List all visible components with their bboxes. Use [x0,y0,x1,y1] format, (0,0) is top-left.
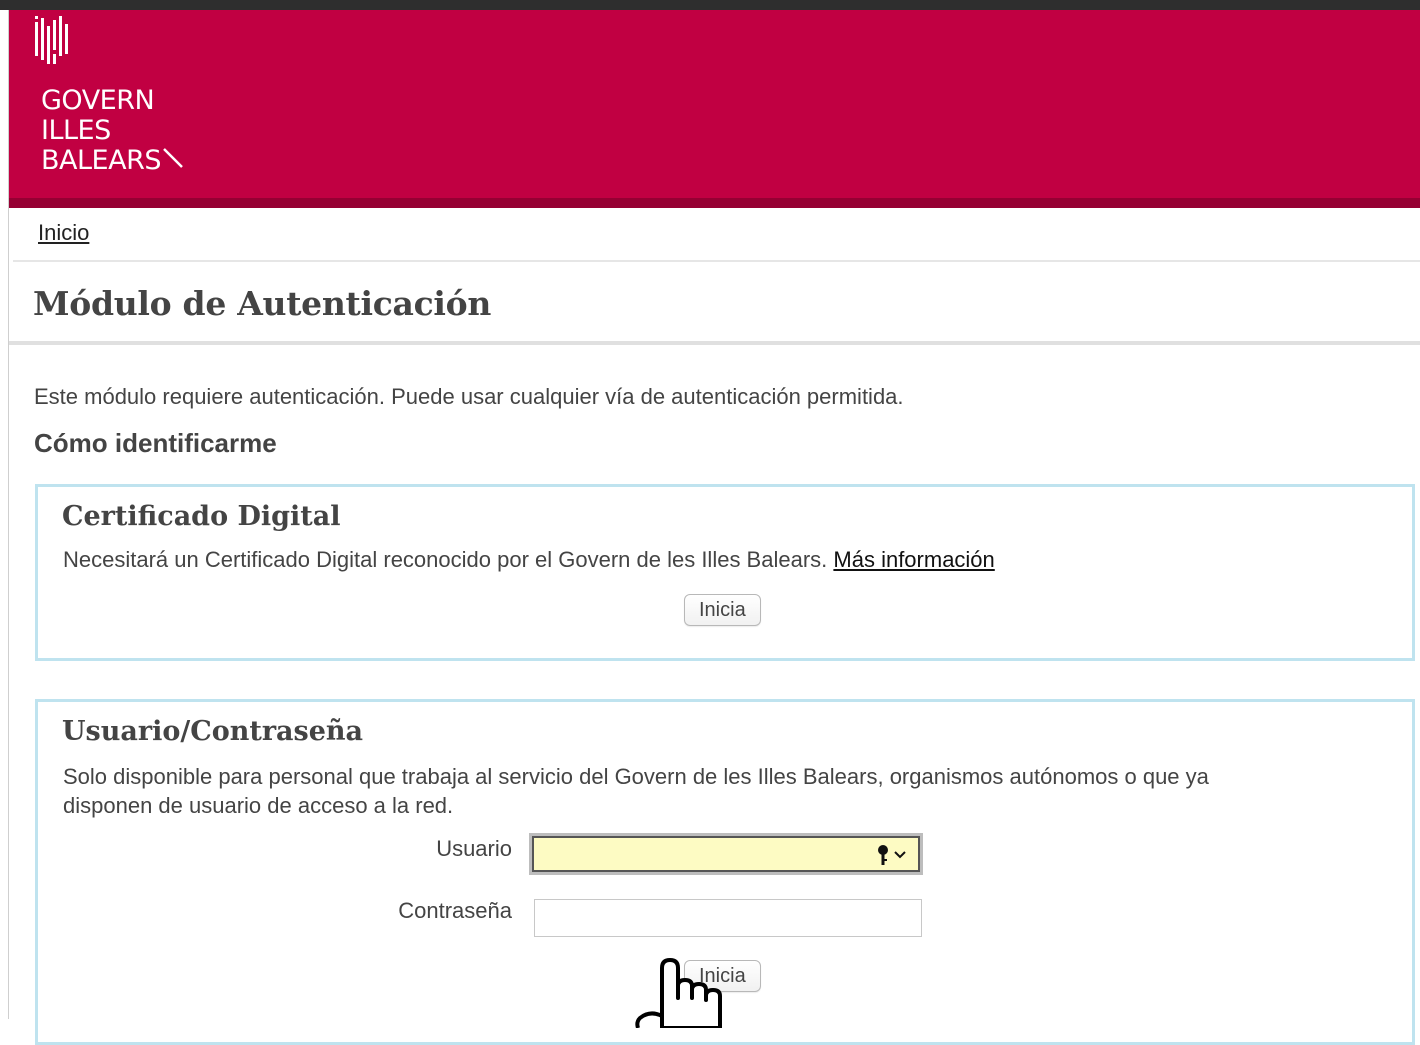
hand-pointer-icon [635,958,722,1028]
header-band [9,198,1420,208]
certificate-panel-description: Necesitará un Certificado Digital recono… [63,545,1383,574]
logo-slash-icon [163,148,183,168]
page-title: Módulo de Autenticación [33,284,492,323]
user-description-line-1: Solo disponible para personal que trabaj… [63,764,1209,789]
breadcrumb-divider [13,260,1420,262]
password-label: Contraseña [398,898,512,923]
certificate-panel-title: Certificado Digital [62,501,341,532]
govern-logo-icon [35,16,68,64]
user-password-panel-title: Usuario/Contraseña [62,716,364,747]
password-input[interactable] [534,899,922,937]
logo-line-2: ILLES [41,115,111,146]
certificate-panel: Certificado Digital Necesitará un Certif… [35,484,1415,661]
user-description-line-2: disponen de usuario de acceso a la red. [63,793,454,818]
logo-line-3: BALEARS [41,146,184,176]
page: GOVERN ILLES BALEARS Inicio Módulo de Au… [8,10,1420,1045]
govern-logo-text: GOVERN ILLES BALEARS [41,86,184,176]
username-input[interactable] [532,836,920,872]
logo-line-3-text: BALEARS [41,145,161,176]
user-password-panel-description: Solo disponible para personal que trabaj… [63,762,1383,820]
site-header: GOVERN ILLES BALEARS [9,10,1420,198]
key-icon[interactable] [874,844,910,866]
certificate-login-button[interactable]: Inicia [684,594,761,626]
how-heading: Cómo identificarme [34,428,277,458]
intro-text: Este módulo requiere autenticación. Pued… [34,384,904,409]
more-info-link[interactable]: Más información [833,547,994,572]
logo-line-1: GOVERN [41,85,155,116]
title-divider [9,341,1420,345]
certificate-description-text: Necesitará un Certificado Digital recono… [63,547,828,572]
browser-top-edge [0,0,1420,10]
username-label: Usuario [436,836,512,861]
breadcrumb-home-link[interactable]: Inicio [38,220,89,246]
